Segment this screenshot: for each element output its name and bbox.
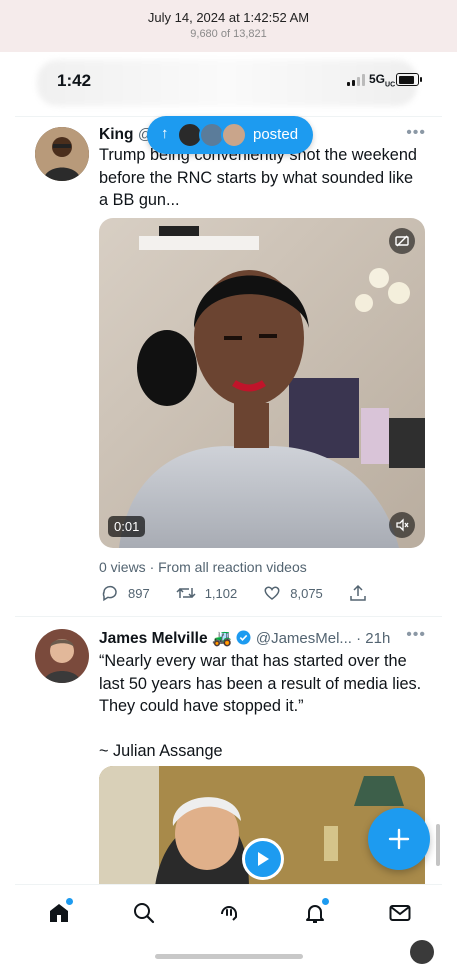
plus-icon bbox=[388, 828, 410, 850]
gif-toggle-icon[interactable] bbox=[389, 228, 415, 254]
heart-icon bbox=[264, 586, 280, 600]
pill-avatar-3 bbox=[221, 122, 247, 148]
photos-header: July 14, 2024 at 1:42:52 AM 9,680 of 13,… bbox=[0, 0, 457, 52]
photo-count: 9,680 of 13,821 bbox=[190, 28, 267, 40]
author-handle[interactable]: @JamesMel... · 21h bbox=[256, 630, 390, 647]
home-indicator[interactable] bbox=[155, 954, 303, 959]
author-name[interactable]: King bbox=[99, 126, 133, 143]
new-posts-pill[interactable]: ↑ posted bbox=[147, 116, 313, 154]
nav-home[interactable] bbox=[45, 897, 74, 927]
retweet-button[interactable]: 1,102 bbox=[176, 584, 238, 602]
tweet-actions: 897 1,102 8,075 bbox=[101, 584, 376, 602]
notifications-dot bbox=[321, 897, 330, 906]
views-line[interactable]: 0 views · From all reaction videos bbox=[99, 559, 307, 575]
tweet-text: “Nearly every war that has started over … bbox=[99, 652, 426, 715]
retweet-count: 1,102 bbox=[204, 585, 238, 601]
network-type: 5GUC bbox=[369, 72, 395, 88]
video-duration: 0:01 bbox=[108, 516, 146, 537]
more-options-icon[interactable]: ••• bbox=[406, 124, 426, 142]
status-time: 1:42 bbox=[57, 71, 92, 90]
arrow-up-icon: ↑ bbox=[161, 125, 169, 142]
network-label: 5G bbox=[369, 72, 386, 86]
compose-button[interactable] bbox=[368, 808, 430, 870]
author-name[interactable]: James Melville bbox=[99, 630, 208, 647]
network-sublabel: UC bbox=[385, 81, 396, 89]
like-button[interactable]: 8,075 bbox=[263, 584, 323, 602]
tweet-video[interactable]: 0:01 bbox=[99, 218, 425, 548]
play-button[interactable] bbox=[242, 838, 284, 880]
verified-badge-icon bbox=[236, 630, 251, 650]
nav-search[interactable] bbox=[130, 899, 158, 927]
live-text-icon[interactable] bbox=[410, 940, 434, 964]
messages-icon bbox=[389, 905, 411, 921]
reply-button[interactable]: 897 bbox=[101, 584, 150, 602]
more-options-icon[interactable]: ••• bbox=[406, 626, 426, 644]
scrollbar[interactable] bbox=[436, 824, 440, 866]
status-bar: 1:42 5GUC bbox=[15, 52, 442, 104]
reply-count: 897 bbox=[128, 585, 150, 601]
nav-notifications[interactable] bbox=[301, 897, 330, 927]
photo-date: July 14, 2024 at 1:42:52 AM bbox=[147, 10, 310, 25]
divider bbox=[15, 616, 442, 617]
posted-label: posted bbox=[253, 126, 299, 143]
phone-screen: 1:42 5GUC King @ Trump being convenientl… bbox=[15, 52, 442, 960]
tweet-attribution: ~ Julian Assange bbox=[99, 741, 223, 760]
share-button[interactable] bbox=[349, 584, 376, 602]
share-icon bbox=[350, 584, 366, 601]
video-frame-image bbox=[99, 218, 425, 548]
spaces-icon bbox=[221, 906, 237, 921]
tweet-text: Trump being conveniently shot the weeken… bbox=[99, 146, 422, 209]
retweet-icon bbox=[176, 587, 196, 599]
like-count: 8,075 bbox=[290, 585, 323, 601]
play-icon bbox=[258, 852, 269, 866]
avatar[interactable] bbox=[35, 127, 89, 181]
cellular-signal-icon bbox=[347, 74, 365, 86]
battery-icon bbox=[396, 73, 422, 86]
author-emoji: 🚜 bbox=[212, 630, 232, 647]
nav-messages[interactable] bbox=[386, 899, 414, 927]
reply-icon bbox=[102, 585, 117, 602]
search-icon bbox=[134, 903, 155, 924]
nav-spaces[interactable] bbox=[215, 899, 243, 927]
avatar[interactable] bbox=[35, 629, 89, 683]
mute-icon[interactable] bbox=[389, 512, 415, 538]
home-notification-dot bbox=[65, 897, 74, 906]
bottom-navigation bbox=[15, 884, 442, 960]
